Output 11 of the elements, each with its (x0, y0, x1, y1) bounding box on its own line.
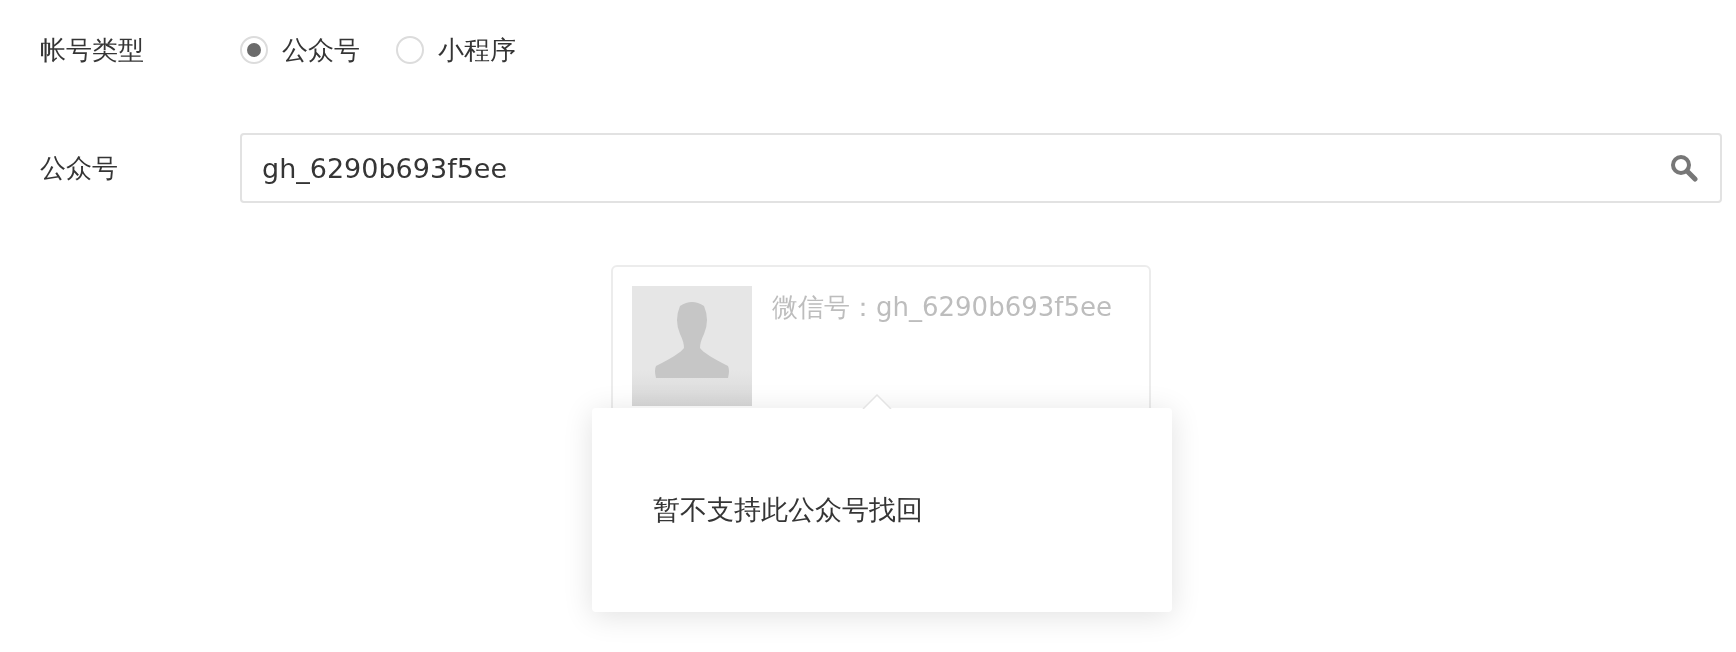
field-label: 公众号 (40, 151, 119, 185)
radio-button[interactable] (240, 36, 268, 64)
radio-option[interactable]: 小程序 (396, 32, 516, 68)
radio-option[interactable]: 公众号 (240, 32, 360, 68)
search-field[interactable]: gh_6290b693f5ee (240, 133, 1722, 203)
avatar-icon (632, 286, 752, 406)
popover-message: 暂不支持此公众号找回 (653, 493, 923, 527)
search-icon[interactable] (1670, 154, 1698, 182)
field-label: 帐号类型 (40, 33, 145, 67)
radio-button[interactable] (396, 36, 424, 64)
wechat-id: 微信号：gh_6290b693f5ee (772, 291, 1112, 324)
